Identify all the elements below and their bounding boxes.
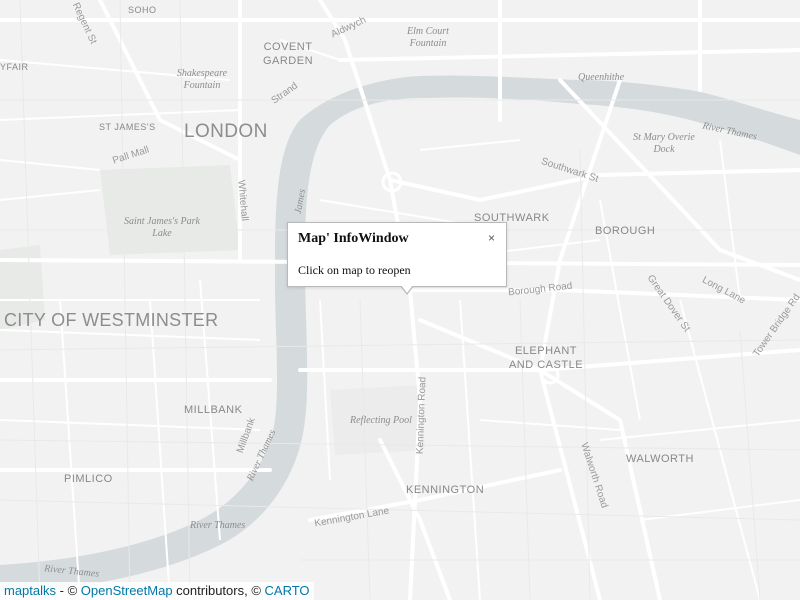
label-covent-garden: COVENT GARDEN xyxy=(262,41,314,67)
label-st-mary-overie-dock: St Mary Overie Dock xyxy=(633,132,695,155)
maptalks-link[interactable]: maptalks xyxy=(4,583,56,598)
label-millbank: MILLBANK xyxy=(184,404,243,416)
carto-link[interactable]: CARTO xyxy=(265,583,310,598)
close-icon[interactable]: × xyxy=(488,231,495,245)
label-river-thames-sw: River Thames xyxy=(190,520,246,531)
label-elm-court-fountain: Elm Court Fountain xyxy=(407,26,449,49)
label-soho: SOHO xyxy=(128,5,157,15)
label-mayfair-partial: YFAIR xyxy=(0,62,29,72)
info-window-title: Map' InfoWindow xyxy=(298,231,409,246)
label-kennington: KENNINGTON xyxy=(406,484,485,496)
label-reflecting-pool: Reflecting Pool xyxy=(350,415,412,426)
label-walworth: WALWORTH xyxy=(626,453,694,465)
label-saint-james-park-lake: Saint James's Park Lake xyxy=(123,216,200,239)
label-st-james: ST JAMES'S xyxy=(99,122,156,132)
basemap-tiles xyxy=(0,0,800,600)
info-window: Map' InfoWindow × Click on map to reopen xyxy=(287,222,507,287)
info-window-pointer-fill xyxy=(401,285,413,293)
label-london: LONDON xyxy=(184,121,268,142)
label-borough: BOROUGH xyxy=(595,225,656,237)
label-queenhithe: Queenhithe xyxy=(578,72,625,83)
info-window-content: Click on map to reopen xyxy=(298,263,411,277)
map-canvas[interactable]: SOHO COVENT GARDEN Elm Court Fountain Sh… xyxy=(0,0,800,600)
label-shakespeare-fountain: Shakespeare Fountain xyxy=(176,68,228,91)
label-city-of-westminster: CITY OF WESTMINSTER xyxy=(4,310,219,330)
attribution-separator: - © xyxy=(56,583,81,598)
attribution-contributors: contributors, © xyxy=(172,583,265,598)
label-pimlico: PIMLICO xyxy=(64,473,113,485)
openstreetmap-link[interactable]: OpenStreetMap xyxy=(81,583,173,598)
attribution-bar: maptalks - © OpenStreetMap contributors,… xyxy=(0,582,314,600)
label-elephant-and-castle: ELEPHANT AND CASTLE xyxy=(508,345,584,371)
